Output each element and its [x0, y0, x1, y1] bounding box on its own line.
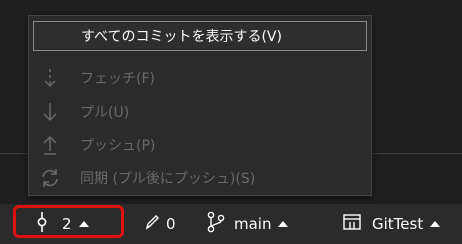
push-arrow-up-icon [37, 133, 63, 157]
repository-name: GitTest [372, 215, 424, 233]
app-root: すべてのコミットを表示する(V) フェッチ(F) プル(U) プッシュ(P) 同… [0, 0, 462, 244]
commit-icon [36, 211, 48, 237]
status-bar: 2 0 main GitTest [0, 204, 462, 244]
branch-name: main [234, 215, 272, 233]
pull-arrow-down-icon [37, 100, 63, 124]
commit-count: 2 [62, 215, 72, 233]
sync-icon [37, 166, 63, 190]
caret-up-icon [278, 221, 289, 227]
menu-item-fetch[interactable]: フェッチ(F) [33, 63, 367, 93]
menu-item-label: すべてのコミットを表示する(V) [81, 29, 282, 45]
changes-status-button[interactable]: 0 [144, 204, 176, 244]
menu-item-label: プル(U) [80, 105, 130, 121]
menu-item-pull[interactable]: プル(U) [33, 97, 367, 127]
git-commits-context-menu: すべてのコミットを表示する(V) フェッチ(F) プル(U) プッシュ(P) 同… [28, 15, 372, 196]
caret-up-icon [78, 221, 89, 227]
menu-item-sync[interactable]: 同期 (プル後にプッシュ)(S) [33, 163, 367, 193]
caret-up-icon [430, 221, 441, 227]
repository-icon [342, 212, 362, 236]
menu-item-push[interactable]: プッシュ(P) [33, 130, 367, 160]
fetch-arrow-down-dashed-icon [37, 66, 63, 90]
commits-status-button[interactable]: 2 [36, 204, 89, 244]
menu-item-show-all-commits[interactable]: すべてのコミットを表示する(V) [33, 21, 367, 51]
change-count: 0 [166, 215, 176, 233]
pencil-icon [144, 213, 160, 235]
menu-item-label: プッシュ(P) [80, 138, 156, 154]
menu-item-label: フェッチ(F) [80, 71, 155, 87]
repository-status-button[interactable]: GitTest [342, 204, 441, 244]
branch-icon [206, 211, 226, 237]
branch-status-button[interactable]: main [206, 204, 289, 244]
menu-item-label: 同期 (プル後にプッシュ)(S) [80, 171, 256, 187]
